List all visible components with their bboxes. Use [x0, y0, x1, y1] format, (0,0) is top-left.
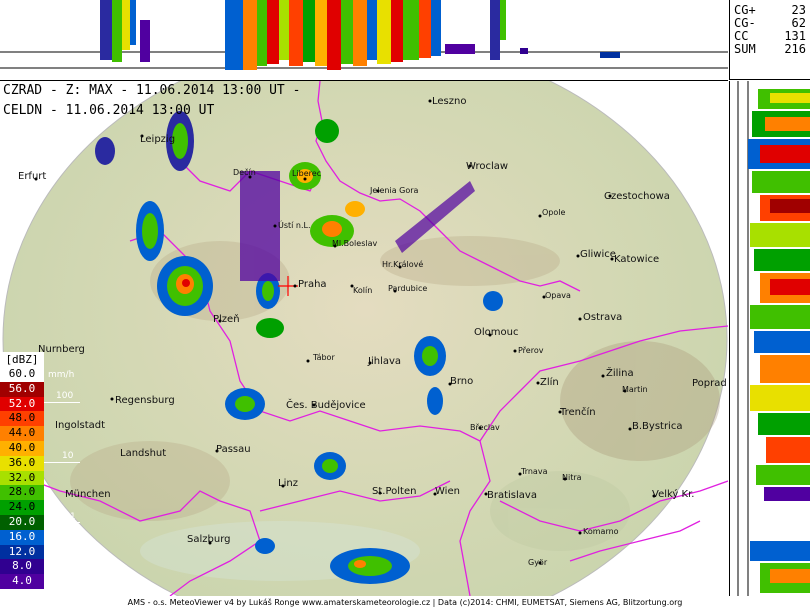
lightning-header: CELDN - 11.06.2014 13:00 UT: [3, 103, 215, 118]
city-label: Brno: [450, 376, 474, 387]
city-label: Ingolstadt: [55, 420, 106, 431]
right-time-section: [729, 81, 810, 596]
stat-label: SUM: [734, 42, 756, 56]
city-label: Ústí n.L.: [278, 221, 311, 230]
legend-level: 44.0: [0, 426, 44, 441]
legend-unit-label: mm/h: [48, 370, 75, 380]
city-label: Wien: [435, 486, 460, 497]
city-label: Olomouc: [474, 327, 519, 338]
city-label: Trnava: [521, 467, 548, 476]
rain-mark: 100: [56, 391, 74, 401]
city-label: Czestochowa: [604, 191, 670, 202]
legend-level: 24.0: [0, 500, 44, 515]
city-label: Dečín: [233, 168, 256, 177]
city-label: Wroclaw: [466, 161, 509, 172]
city-label: Tábor: [313, 353, 335, 362]
city-label: München: [65, 489, 111, 500]
city-label: Landshut: [120, 448, 167, 459]
city-label: Velký Kr.: [652, 489, 695, 500]
rain-mark: 0.1: [58, 571, 73, 581]
legend-level: 48.0: [0, 411, 44, 427]
radar-header: CZRAD - Z: MAX - 11.06.2014 13:00 UT -: [3, 83, 301, 98]
city-label: Opava: [545, 291, 571, 300]
legend-level: 36.0: [0, 455, 44, 471]
city-label: Břeclav: [470, 423, 500, 432]
city-label: Nitra: [562, 473, 582, 482]
city-label: Nurnberg: [38, 344, 85, 355]
city-label: Passau: [216, 444, 251, 455]
top-time-section-chart: [0, 0, 728, 70]
dbz-legend: [dBZ] 60.0 56.0 52.0 48.0 44.0 40.0 36.0 32.0 28…: [0, 352, 44, 589]
city-label: Opole: [542, 208, 566, 217]
legend-title: [dBZ]: [0, 352, 44, 367]
legend-level: 32.0: [0, 470, 44, 486]
top-strip-echoes: [100, 0, 620, 70]
legend-level: 28.0: [0, 485, 44, 501]
right-time-section-chart: [737, 81, 810, 596]
city-label: Leipzig: [140, 134, 176, 145]
city-label: Pardubice: [388, 284, 428, 293]
legend-level: 40.0: [0, 440, 44, 456]
legend-level: 52.0: [0, 396, 44, 412]
radar-map[interactable]: CZRAD - Z: MAX - 11.06.2014 13:00 UT - C…: [0, 81, 728, 596]
rain-mark: 1: [70, 512, 76, 522]
city-label: Ostrava: [583, 312, 623, 323]
city-label: Gliwice: [580, 249, 616, 260]
legend-level: 12.0: [0, 544, 44, 560]
rain-mark-line: [44, 582, 80, 583]
rain-mark-line: [44, 402, 80, 403]
city-label: Kolín: [353, 286, 373, 295]
legend-level: 60.0: [0, 367, 44, 382]
city-label: Bratislava: [487, 490, 537, 501]
city-label: Martin: [622, 385, 648, 394]
city-label: Plzeň: [213, 314, 240, 325]
footer-credits: AMS - o.s. MeteoViewer v4 by Lukáš Ronge…: [0, 596, 810, 610]
city-label: Ml.Boleslav: [332, 239, 378, 248]
city-label: Komarno: [583, 527, 619, 536]
city-label: Leszno: [432, 96, 467, 107]
stat-value: 216: [784, 42, 806, 56]
legend-level: 20.0: [0, 514, 44, 530]
city-label: Salzburg: [187, 534, 231, 545]
right-strip-echoes: [748, 89, 810, 593]
city-label: B.Bystrica: [632, 421, 683, 432]
city-label: Erfurt: [18, 171, 47, 182]
legend-level: 8.0: [0, 559, 44, 575]
legend-level: 16.0: [0, 529, 44, 545]
city-label: Poprad: [692, 378, 727, 389]
rain-mark: 10: [62, 451, 74, 461]
rain-mark-line: [44, 462, 80, 463]
rain-mark-line: [44, 522, 80, 523]
legend-level: 56.0: [0, 381, 44, 397]
city-label: Žilina: [606, 368, 634, 379]
legend-scale: 60.0 56.0 52.0 48.0 44.0 40.0 36.0 32.0 28.0 24.0…: [0, 367, 44, 589]
top-time-section: [0, 0, 728, 81]
city-label: Praha: [298, 279, 327, 290]
city-label: Hr.Králové: [382, 260, 424, 269]
city-label: Zlín: [540, 377, 559, 388]
radar-map-svg: [2, 81, 728, 596]
legend-level: 4.0: [0, 574, 44, 589]
city-label: Linz: [278, 478, 298, 489]
city-label: Liberec: [292, 169, 322, 178]
city-label: Regensburg: [115, 395, 175, 406]
city-label: Györ: [528, 558, 548, 567]
city-label: Jelenia Gora: [370, 186, 419, 195]
city-label: St.Polten: [372, 486, 417, 497]
city-label: Trenčín: [560, 407, 596, 418]
city-label: Přerov: [518, 346, 544, 355]
stat-row-sum: SUM 216: [734, 43, 806, 56]
lightning-stats: CG+ 23 CG- 62 CC 131 SUM 216: [729, 0, 810, 80]
city-label: Čes. Budějovice: [286, 400, 366, 411]
city-label: Katowice: [614, 254, 660, 265]
city-label: Jihlava: [368, 356, 402, 367]
